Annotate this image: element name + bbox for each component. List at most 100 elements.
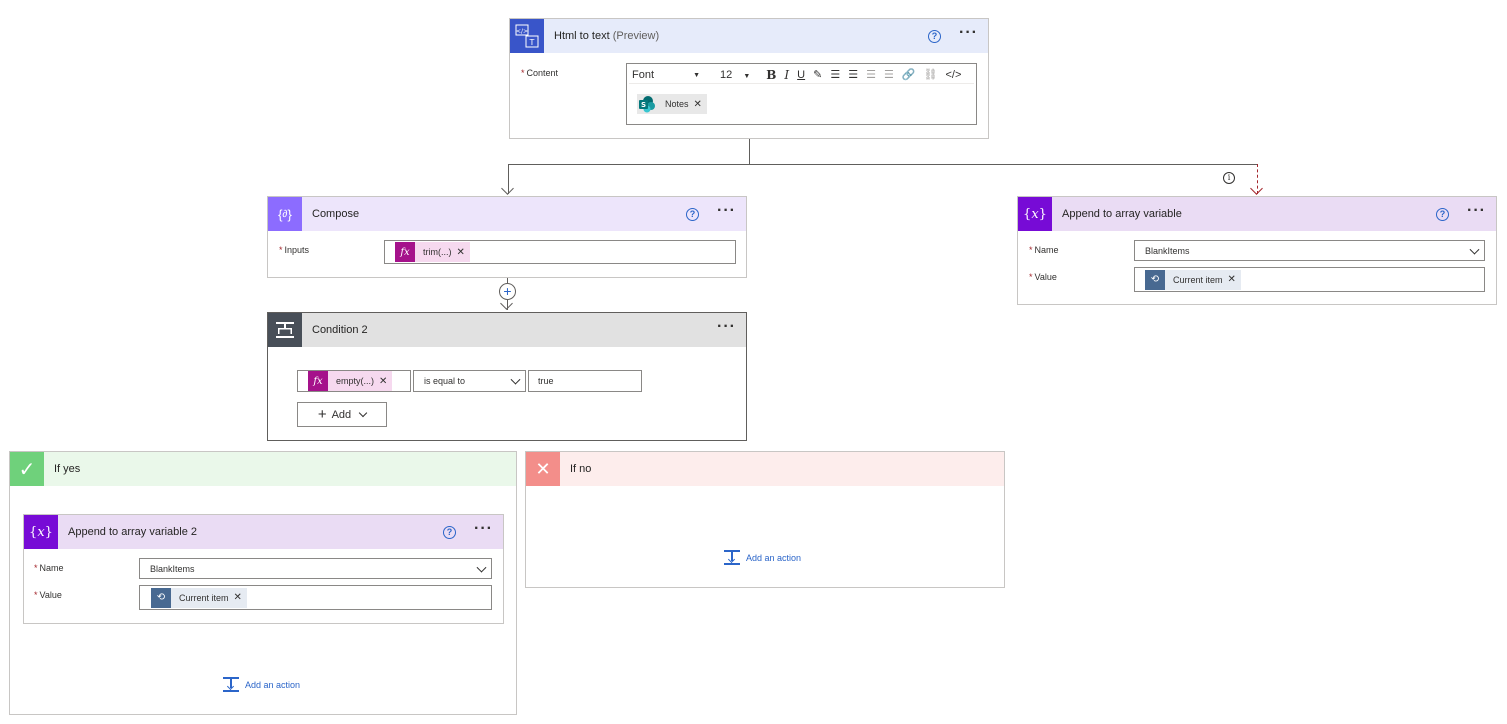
name-label: * Name	[34, 563, 64, 573]
name-dropdown[interactable]: BlankItems	[1134, 240, 1485, 261]
help-icon[interactable]: ?	[1436, 207, 1450, 221]
html-to-text-card[interactable]: </> T Html to text (Preview) ? ··· * Cont…	[509, 18, 989, 139]
numbered-list-icon[interactable]: ☰	[848, 68, 858, 81]
remove-token-icon[interactable]: ✕	[234, 592, 247, 603]
if-no-branch[interactable]: ✕ If no Add an action	[525, 451, 1005, 588]
append-array-title: Append to array variable	[1062, 208, 1182, 220]
font-select[interactable]: Font ▼	[632, 69, 712, 81]
append-array-2-card[interactable]: {x} Append to array variable 2 ? ··· * Na…	[23, 514, 504, 624]
fx-icon: fx	[395, 242, 415, 262]
title-text: Html to text	[554, 30, 610, 42]
sharepoint-icon: S	[637, 94, 657, 114]
value-field[interactable]: ⟲ Current item ✕	[1134, 267, 1485, 292]
condition-header[interactable]: Condition 2 ···	[268, 313, 746, 347]
add-label: Add	[331, 408, 352, 421]
current-item-token[interactable]: ⟲ Current item ✕	[151, 587, 247, 608]
compose-icon: {∂}	[268, 197, 302, 231]
append-array-header[interactable]: {x} Append to array variable ? ···	[1018, 197, 1496, 231]
close-icon: ✕	[526, 452, 560, 486]
help-icon[interactable]: ?	[686, 207, 700, 221]
chevron-down-icon	[510, 374, 521, 385]
value-label: * Value	[1029, 272, 1057, 282]
operator-dropdown[interactable]: is equal to	[413, 370, 526, 392]
notes-token[interactable]: S Notes ✕	[637, 94, 707, 114]
html-to-text-header[interactable]: </> T Html to text (Preview) ? ···	[510, 19, 988, 53]
loop-icon: ⟲	[1145, 269, 1165, 290]
more-options-icon[interactable]: ···	[717, 319, 736, 337]
value-field[interactable]: ⟲ Current item ✕	[139, 585, 492, 610]
underline-button[interactable]: U	[797, 69, 805, 81]
more-options-icon[interactable]: ···	[1467, 203, 1486, 221]
add-action-label: Add an action	[245, 679, 301, 690]
remove-token-icon[interactable]: ✕	[379, 376, 392, 387]
if-yes-branch[interactable]: ✓ If yes {x} Append to array variable 2 …	[9, 451, 517, 715]
fx-icon: fx	[308, 371, 328, 391]
append-array-card[interactable]: {x} Append to array variable ? ··· * Name…	[1017, 196, 1497, 305]
highlight-icon[interactable]: ✎	[813, 68, 822, 81]
content-label-text: Content	[526, 68, 559, 78]
link-icon[interactable]: 🔗	[902, 68, 916, 81]
more-options-icon[interactable]: ···	[959, 25, 978, 43]
current-item-label: Current item	[1173, 274, 1223, 285]
add-action-button[interactable]: Add an action	[724, 550, 801, 565]
html-to-text-title: Html to text (Preview)	[554, 30, 928, 42]
trim-token-label: trim(...)	[423, 247, 452, 257]
name-label-text: Name	[1034, 245, 1059, 255]
empty-token[interactable]: fx empty(...) ✕	[308, 371, 393, 391]
add-action-button[interactable]: Add an action	[223, 677, 300, 692]
compose-card[interactable]: {∂} Compose ? ··· * Inputs fx trim(...) ✕	[267, 196, 747, 278]
name-dropdown[interactable]: BlankItems	[139, 558, 492, 579]
help-icon[interactable]: ?	[443, 525, 457, 539]
remove-token-icon[interactable]: ✕	[457, 247, 470, 258]
add-action-label: Add an action	[746, 552, 802, 563]
svg-text:</>: </>	[516, 28, 528, 35]
notes-token-label: Notes	[665, 99, 689, 109]
add-condition-button[interactable]: + Add	[297, 402, 387, 427]
inputs-label: * Inputs	[279, 245, 310, 255]
current-item-label: Current item	[179, 592, 229, 603]
connector-html-down	[749, 139, 750, 165]
add-action-icon	[724, 550, 740, 565]
italic-button[interactable]: I	[784, 68, 789, 82]
content-editor[interactable]: Font ▼ 12 ▼ B I U ✎ ☰ ☰ ☰ ☰ 🔗 ⛓ </> S No…	[626, 63, 977, 125]
condition-right-operand[interactable]: true	[528, 370, 642, 392]
info-icon[interactable]: i	[1223, 172, 1235, 184]
unlink-icon[interactable]: ⛓	[924, 68, 938, 81]
condition-card[interactable]: Condition 2 ··· fx empty(...) ✕ is equal…	[267, 312, 747, 441]
add-action-icon	[223, 677, 239, 692]
trim-token[interactable]: fx trim(...) ✕	[395, 242, 470, 262]
font-size-select[interactable]: 12 ▼	[720, 69, 758, 81]
append-array-2-header[interactable]: {x} Append to array variable 2 ? ···	[24, 515, 503, 549]
code-view-button[interactable]: </>	[946, 69, 962, 81]
if-no-header[interactable]: ✕ If no	[526, 452, 1004, 486]
right-value-text: true	[538, 376, 554, 386]
bold-button[interactable]: B	[766, 68, 776, 82]
inputs-field[interactable]: fx trim(...) ✕	[384, 240, 736, 264]
more-options-icon[interactable]: ···	[474, 521, 493, 539]
decrease-indent-icon[interactable]: ☰	[866, 68, 876, 81]
name-dropdown-value: BlankItems	[1145, 245, 1190, 256]
value-label-text: Value	[1034, 272, 1057, 282]
checkmark-icon: ✓	[10, 452, 44, 486]
chevron-down-icon	[476, 562, 487, 573]
append-array-2-title: Append to array variable 2	[68, 526, 198, 538]
increase-indent-icon[interactable]: ☰	[884, 68, 894, 81]
help-icon[interactable]: ?	[928, 29, 942, 43]
size-caret-icon: ▼	[743, 72, 751, 80]
bullet-list-icon[interactable]: ☰	[830, 68, 840, 81]
name-dropdown-value: BlankItems	[150, 563, 195, 574]
remove-token-icon[interactable]: ✕	[1228, 274, 1241, 285]
svg-text:S: S	[641, 101, 646, 109]
preview-text: (Preview)	[612, 30, 660, 42]
remove-token-icon[interactable]: ✕	[694, 99, 707, 110]
chevron-down-icon	[1469, 244, 1480, 255]
more-options-icon[interactable]: ···	[717, 203, 736, 221]
compose-header[interactable]: {∂} Compose ? ···	[268, 197, 746, 231]
if-no-label: If no	[570, 463, 592, 475]
if-yes-header[interactable]: ✓ If yes	[10, 452, 516, 486]
condition-left-operand[interactable]: fx empty(...) ✕	[297, 370, 411, 392]
name-label-text: Name	[39, 563, 64, 573]
current-item-token[interactable]: ⟲ Current item ✕	[1145, 269, 1241, 290]
compose-title: Compose	[312, 208, 360, 220]
svg-text:T: T	[529, 38, 535, 47]
